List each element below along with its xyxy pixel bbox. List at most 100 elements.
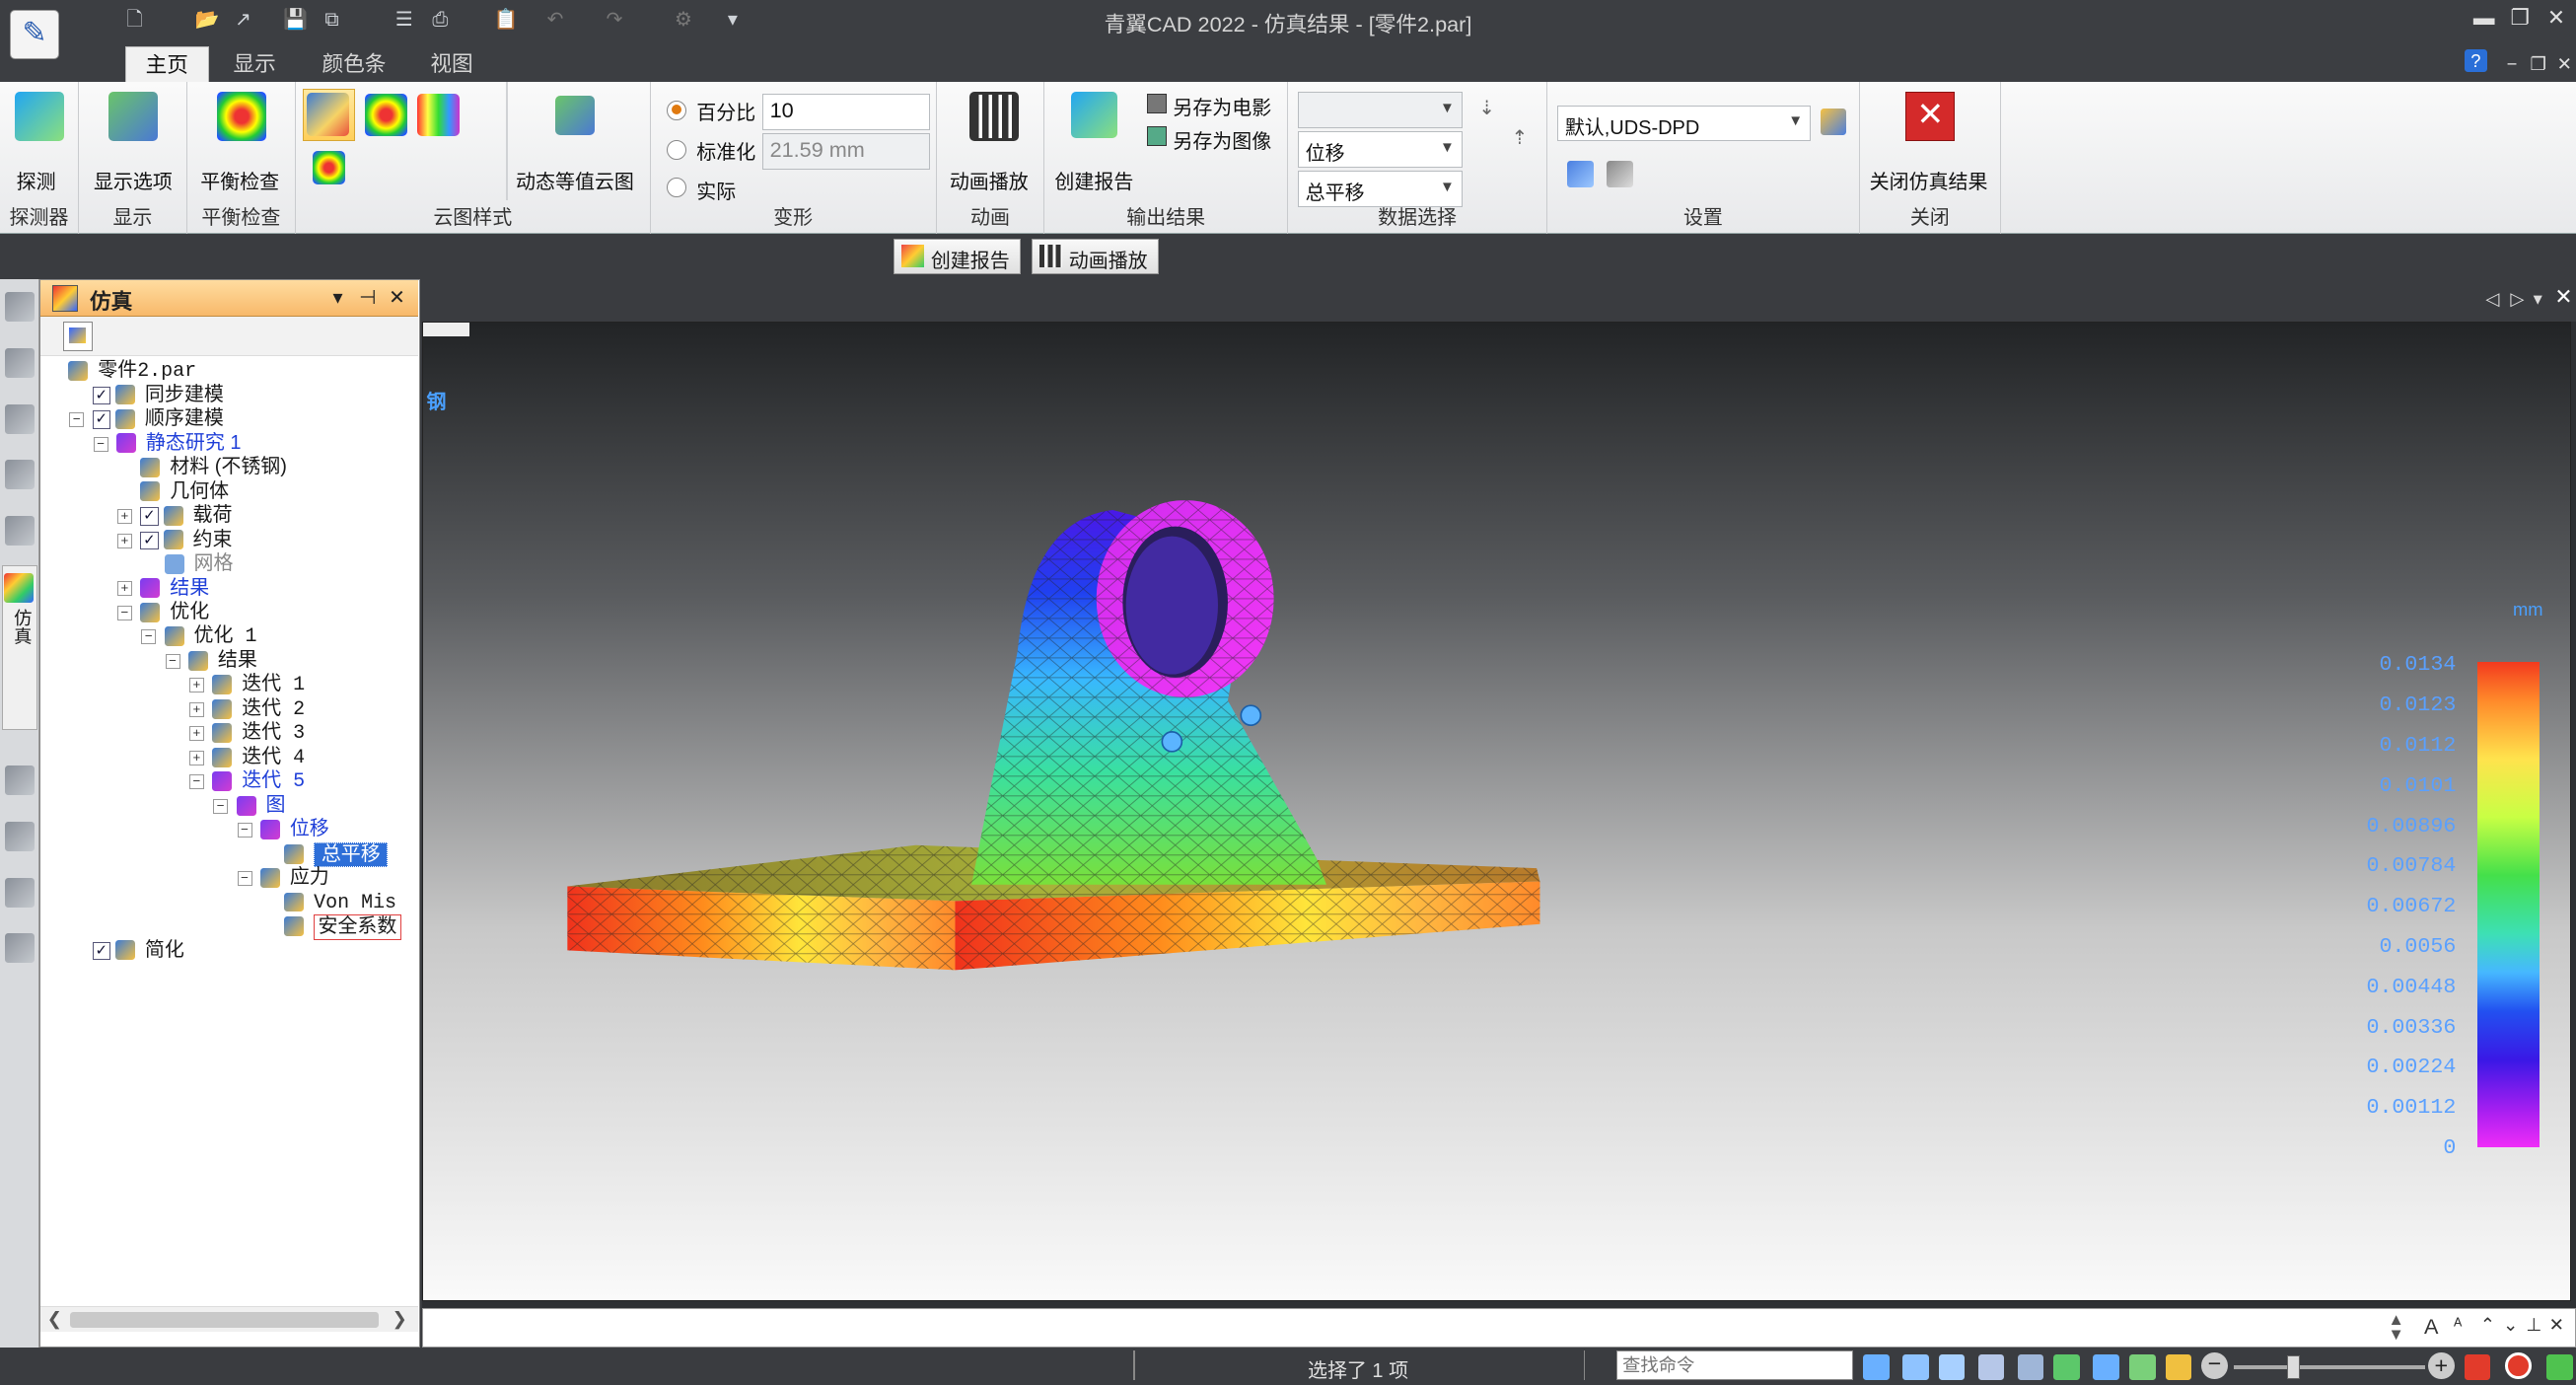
contour-style-2-button[interactable]: [364, 93, 408, 137]
tree-item[interactable]: − 优化: [40, 601, 418, 624]
radio-normalized[interactable]: [667, 139, 687, 160]
probe-button[interactable]: 探测: [17, 166, 56, 194]
normalized-input[interactable]: 21.59 mm: [761, 132, 930, 170]
tree-item[interactable]: ✓ 同步建模: [40, 384, 418, 407]
expand-toggle[interactable]: +: [116, 533, 132, 548]
contour-style-3-button[interactable]: [417, 93, 461, 137]
tree-item[interactable]: − 图: [40, 794, 418, 818]
feature-library-icon[interactable]: [4, 292, 35, 323]
layers-icon[interactable]: [4, 348, 35, 379]
tab-view[interactable]: 视图: [410, 46, 492, 83]
doc-restore-icon[interactable]: ❐: [2524, 49, 2553, 79]
collapse-toggle[interactable]: −: [69, 412, 85, 428]
expand-toggle[interactable]: +: [188, 726, 204, 742]
tree-checkbox[interactable]: ✓: [92, 410, 110, 429]
fea-model[interactable]: [554, 471, 1606, 1029]
settings-combo[interactable]: 默认,UDS-DPD ▼: [1557, 105, 1811, 142]
download-icon[interactable]: [2545, 1353, 2573, 1381]
pan-icon[interactable]: [2017, 1353, 2044, 1381]
fit-icon[interactable]: [1977, 1353, 2005, 1381]
doc-list-icon[interactable]: ▾: [2534, 288, 2542, 310]
zoom-slider-thumb[interactable]: [2286, 1355, 2301, 1379]
doc-close-icon[interactable]: ✕: [2549, 49, 2576, 79]
help-panel-icon[interactable]: [4, 403, 35, 434]
zoom-slider-track[interactable]: [2234, 1365, 2425, 1369]
video-icon[interactable]: [2464, 1353, 2491, 1381]
collapse-icon[interactable]: ⌃: [2480, 1314, 2495, 1336]
network-icon[interactable]: [4, 933, 35, 964]
pane-dropdown-icon[interactable]: ▾: [332, 285, 342, 310]
tree-item[interactable]: 总平移: [40, 841, 418, 868]
scroll-left-icon[interactable]: ❮: [47, 1308, 62, 1330]
command-line[interactable]: ▲ ▼ A ᴬ ⌃ ⌄ ⊥ ✕: [422, 1307, 2576, 1348]
pin-up-icon[interactable]: ⇡: [1512, 125, 1529, 150]
pane-close-icon[interactable]: ✕: [389, 285, 405, 310]
tree-item[interactable]: + ✓ 载荷: [40, 504, 418, 528]
strip-play-animation-button[interactable]: 动画播放: [1032, 238, 1159, 275]
parts-icon[interactable]: [4, 516, 35, 547]
save-as-movie-button[interactable]: 另存为电影: [1173, 92, 1271, 120]
rotate-icon[interactable]: [2053, 1353, 2080, 1381]
style-icon[interactable]: [2165, 1353, 2192, 1381]
simulation-side-tab[interactable]: 仿真: [1, 565, 38, 730]
collapse-toggle[interactable]: −: [165, 654, 180, 669]
display-options-button[interactable]: 显示选项: [94, 166, 173, 194]
result-type-combo[interactable]: 位移 ▼: [1297, 131, 1463, 168]
font-shrink-icon[interactable]: ᴬ: [2454, 1314, 2462, 1336]
expand-toggle[interactable]: +: [116, 581, 132, 597]
record-icon[interactable]: [2505, 1351, 2532, 1379]
assembly-icon[interactable]: [4, 460, 35, 490]
zoom-icon[interactable]: [1938, 1353, 1966, 1381]
nodes-icon[interactable]: [4, 821, 35, 851]
font-size-icon[interactable]: A: [2424, 1314, 2438, 1340]
settings-options-icon[interactable]: [1607, 161, 1633, 187]
tree-item[interactable]: 几何体: [40, 480, 418, 504]
expand-icon[interactable]: ⌄: [2503, 1314, 2518, 1336]
collapse-toggle[interactable]: −: [93, 436, 108, 452]
collapse-toggle[interactable]: −: [141, 629, 157, 645]
tree-item[interactable]: + 迭代 2: [40, 697, 418, 721]
tree-item[interactable]: − 静态研究 1: [40, 432, 418, 456]
wrench-icon[interactable]: [4, 765, 35, 796]
expand-toggle[interactable]: +: [188, 702, 204, 717]
play-animation-button[interactable]: 动画播放: [950, 166, 1029, 194]
tree-item[interactable]: − 优化 1: [40, 624, 418, 648]
tree-item[interactable]: − ✓ 顺序建模: [40, 407, 418, 431]
tree-item[interactable]: + 迭代 1: [40, 673, 418, 696]
pane-horizontal-scrollbar[interactable]: ❮ ❯: [39, 1305, 419, 1333]
radio-actual[interactable]: [667, 177, 687, 197]
settings-export-icon[interactable]: [1567, 161, 1594, 187]
percent-input[interactable]: 10: [761, 93, 930, 130]
cmd-spinner-icon[interactable]: ▲ ▼: [2388, 1311, 2403, 1343]
save-as-image-button[interactable]: 另存为图像: [1173, 125, 1271, 154]
tab-colorbar[interactable]: 颜色条: [303, 46, 406, 83]
balance-check-button[interactable]: 平衡检查: [200, 166, 279, 194]
tree-item[interactable]: − 应力: [40, 866, 418, 890]
minimize-button[interactable]: ▬: [2469, 3, 2499, 33]
next-doc-icon[interactable]: ▷: [2510, 288, 2524, 310]
data-combo-1[interactable]: ▼: [1297, 92, 1463, 128]
collapse-toggle[interactable]: −: [237, 871, 252, 887]
expand-toggle[interactable]: +: [188, 751, 204, 765]
collapse-toggle[interactable]: −: [213, 799, 229, 814]
cmd-close-icon[interactable]: ✕: [2549, 1314, 2564, 1336]
help-icon[interactable]: ?: [2464, 48, 2487, 73]
contour-style-4-button[interactable]: [312, 151, 345, 184]
sketch-view-icon[interactable]: [2128, 1353, 2156, 1381]
scroll-right-icon[interactable]: ❯: [392, 1308, 406, 1330]
collapse-toggle[interactable]: −: [188, 774, 204, 790]
contour-style-1-button[interactable]: [302, 88, 355, 142]
tree-item[interactable]: 材料 (不锈钢): [40, 456, 418, 479]
tree-options-button[interactable]: [63, 321, 94, 351]
tab-display[interactable]: 显示: [214, 46, 296, 83]
dynamic-contour-button[interactable]: 动态等值云图: [516, 166, 634, 194]
collapse-toggle[interactable]: −: [237, 823, 252, 838]
tree-item[interactable]: 网格: [40, 552, 418, 576]
tree-checkbox[interactable]: ✓: [140, 531, 159, 550]
tree-checkbox[interactable]: ✓: [92, 942, 110, 961]
restore-button[interactable]: ❐: [2505, 3, 2535, 33]
probe-point-1[interactable]: [1161, 731, 1183, 754]
tree-item[interactable]: − 迭代 5: [40, 769, 418, 793]
settings-manage-icon[interactable]: [1820, 108, 1847, 135]
collapse-toggle[interactable]: −: [116, 606, 132, 620]
